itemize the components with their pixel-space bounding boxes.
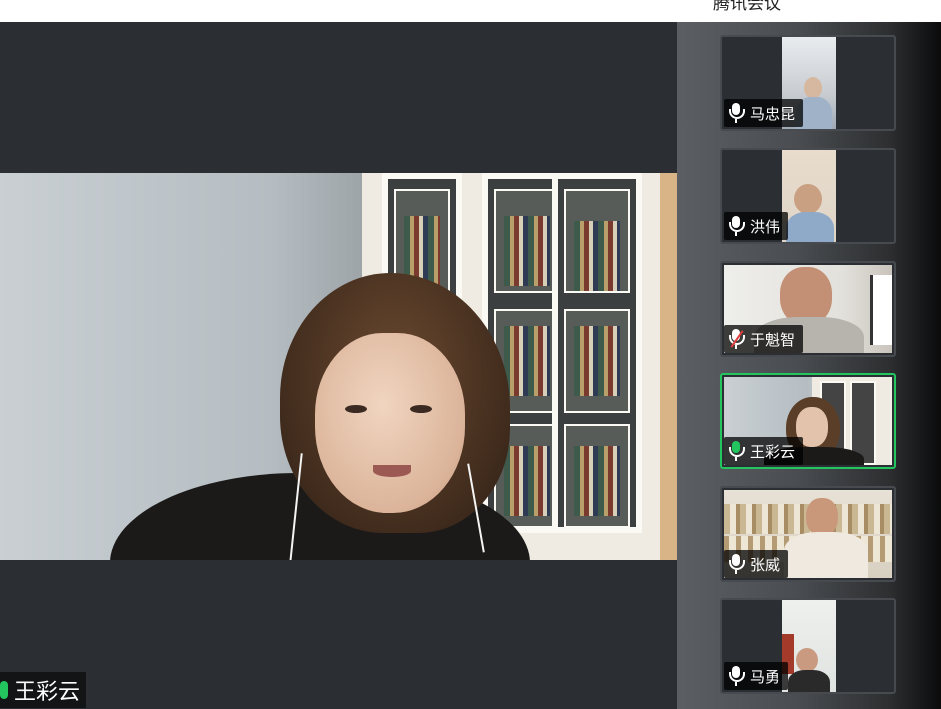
participant-name: 马忠昆: [750, 104, 796, 123]
microphone-icon: [728, 216, 745, 236]
wall-edge: [660, 173, 677, 560]
app-title: 腾讯会议: [713, 0, 781, 14]
eye: [345, 405, 367, 413]
participant-label: 马勇: [724, 662, 789, 690]
mouth: [373, 465, 411, 477]
participant-label: 于魁智: [724, 325, 804, 353]
microphone-icon: [728, 666, 745, 686]
participant-name: 洪伟: [750, 217, 781, 236]
microphone-icon: [728, 554, 745, 574]
title-bar: 腾讯会议: [0, 0, 941, 22]
participant-tile[interactable]: 洪伟: [720, 148, 896, 244]
participant-label: 王彩云: [724, 437, 804, 465]
main-speaker-video[interactable]: [0, 173, 677, 560]
participant-tile[interactable]: 马勇: [720, 598, 896, 694]
participant-name: 张威: [750, 555, 781, 574]
participant-tile-active[interactable]: 王彩云: [720, 373, 896, 469]
speaker-figure: [110, 273, 530, 560]
participant-tile[interactable]: 马忠昆: [720, 35, 896, 131]
main-speaker-tag: 王彩云: [0, 672, 87, 708]
participant-label: 马忠昆: [724, 99, 804, 127]
participant-label: 洪伟: [724, 212, 789, 240]
participant-tile[interactable]: 张威: [720, 486, 896, 582]
participant-label: 张威: [724, 550, 789, 578]
speaker-face: [315, 333, 465, 513]
cabinet-door: [552, 173, 642, 533]
main-stage: 王彩云: [0, 22, 677, 709]
participant-tile[interactable]: 于魁智: [720, 261, 896, 357]
participant-name: 于魁智: [750, 330, 796, 349]
eye: [410, 405, 432, 413]
main-speaker-name: 王彩云: [14, 680, 81, 705]
speaking-microphone-icon: [728, 441, 745, 461]
muted-microphone-icon: [728, 329, 745, 349]
participant-name: 王彩云: [750, 442, 796, 461]
mic-icon: [0, 681, 8, 699]
participant-video: [782, 600, 836, 692]
participant-name: 马勇: [750, 667, 781, 686]
participant-video: [782, 150, 836, 242]
participant-sidebar[interactable]: 马忠昆 洪伟 于魁智 王彩云 张威 马勇: [677, 22, 941, 709]
microphone-icon: [728, 103, 745, 123]
